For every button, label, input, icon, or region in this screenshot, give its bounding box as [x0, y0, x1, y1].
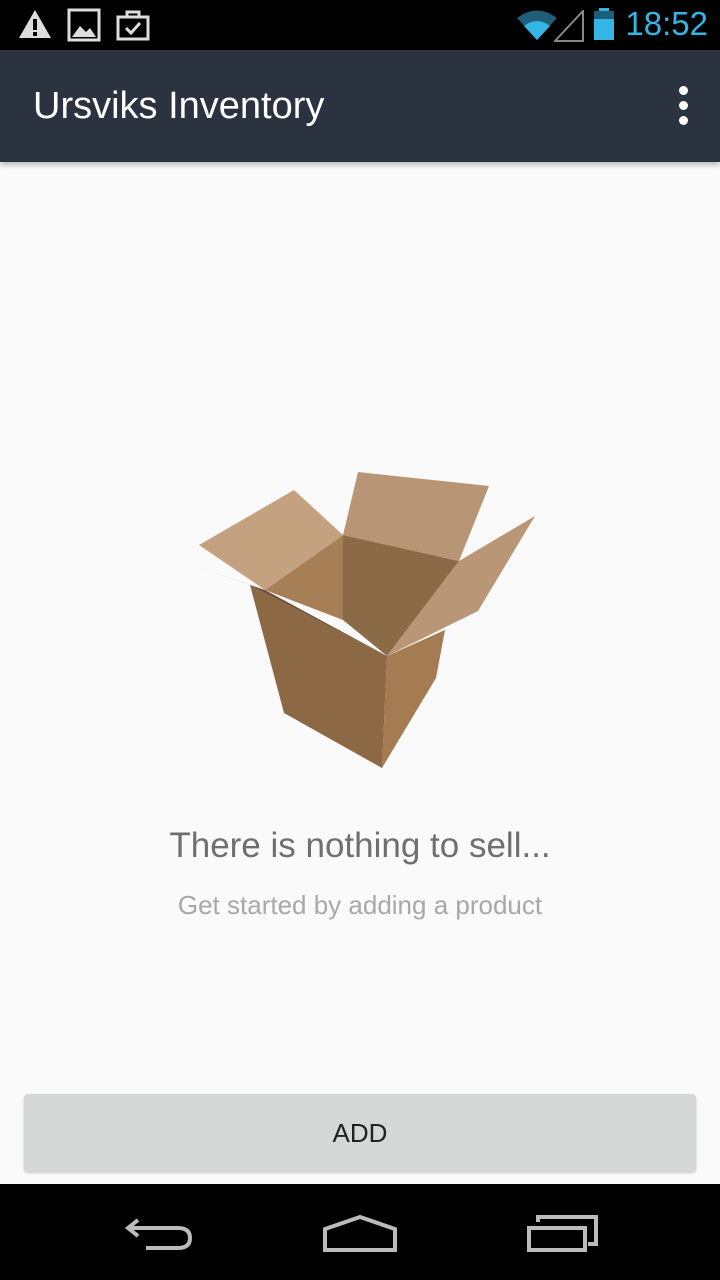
recent-apps-icon[interactable]	[526, 1214, 600, 1254]
app-bar: Ursviks Inventory	[0, 50, 720, 162]
navigation-bar	[0, 1184, 720, 1280]
status-bar: 18:52	[0, 0, 720, 50]
empty-state-subtitle: Get started by adding a product	[177, 890, 543, 920]
add-button[interactable]: ADD	[24, 1094, 696, 1172]
status-clock: 18:52	[625, 5, 708, 42]
empty-box-illustration	[185, 472, 535, 768]
briefcase-check-icon	[116, 10, 150, 41]
empty-state-title: There is nothing to sell...	[169, 826, 551, 865]
signal-icon	[554, 10, 584, 42]
warning-icon	[19, 10, 51, 38]
home-icon[interactable]	[322, 1214, 398, 1254]
back-icon[interactable]	[124, 1214, 196, 1254]
app-title: Ursviks Inventory	[33, 85, 325, 127]
overflow-menu-icon[interactable]	[676, 86, 692, 126]
wifi-icon	[517, 10, 557, 40]
image-icon	[67, 8, 101, 42]
battery-icon	[594, 8, 614, 40]
